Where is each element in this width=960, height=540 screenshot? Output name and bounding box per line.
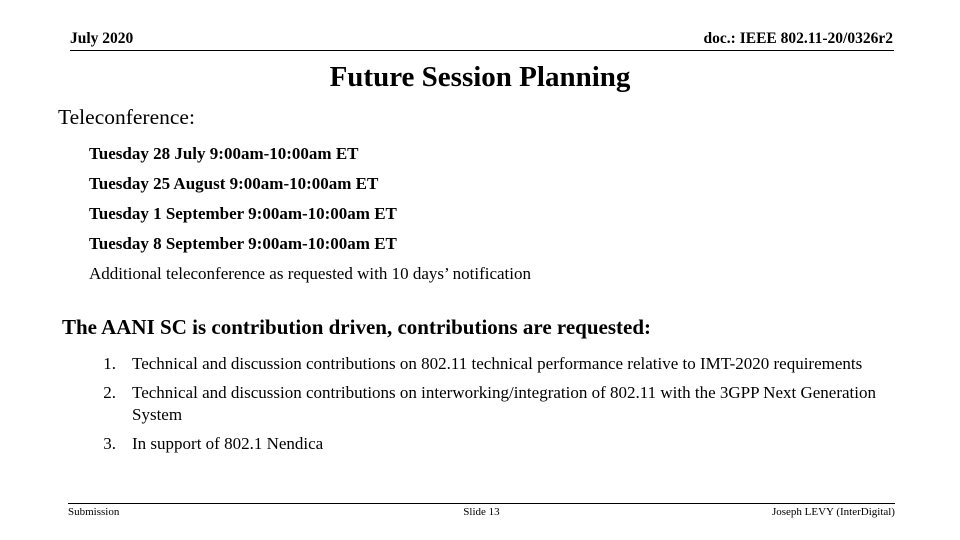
slide-body: Teleconference: Tuesday 28 July 9:00am-1… xyxy=(0,104,960,455)
footer-author: Joseph LEVY (InterDigital) xyxy=(771,506,895,518)
list-item-text: In support of 802.1 Nendica xyxy=(132,433,324,453)
list-item: Tuesday 8 September 9:00am-10:00am ET xyxy=(89,234,397,253)
list-item-text: Technical and discussion contributions o… xyxy=(132,382,876,425)
list-item: 1. Technical and discussion contribution… xyxy=(90,353,892,376)
list-item: Tuesday 1 September 9:00am-10:00am ET xyxy=(89,204,397,223)
teleconference-note: Additional teleconference as requested w… xyxy=(89,264,531,283)
teleconference-heading: Teleconference: xyxy=(58,105,195,129)
list-item-marker: 3. xyxy=(103,433,116,453)
slide-footer: Submission Slide 13 Joseph LEVY (InterDi… xyxy=(68,503,895,519)
list-item-marker: 2. xyxy=(103,382,116,402)
slide-header: July 2020 doc.: IEEE 802.11-20/0326r2 xyxy=(70,30,894,51)
list-item: Tuesday 25 August 9:00am-10:00am ET xyxy=(89,174,379,193)
header-doc-number: doc.: IEEE 802.11-20/0326r2 xyxy=(703,30,893,47)
list-item-text: Technical and discussion contributions o… xyxy=(132,354,863,373)
list-item-marker: 1. xyxy=(103,354,116,373)
list-item: Tuesday 28 July 9:00am-10:00am ET xyxy=(89,144,359,163)
list-item: 2. Technical and discussion contribution… xyxy=(90,382,892,427)
teleconference-list: Tuesday 28 July 9:00am-10:00am ET Tuesda… xyxy=(0,139,960,289)
contributions-heading: The AANI SC is contribution driven, cont… xyxy=(62,315,652,339)
header-date: July 2020 xyxy=(70,30,134,47)
footer-submission: Submission xyxy=(68,506,120,518)
list-item: 3. In support of 802.1 Nendica xyxy=(90,433,892,456)
slide: July 2020 doc.: IEEE 802.11-20/0326r2 Fu… xyxy=(0,0,960,540)
contributions-list: 1. Technical and discussion contribution… xyxy=(0,353,960,455)
footer-slide-number: Slide 13 xyxy=(463,506,500,518)
page-title: Future Session Planning xyxy=(329,61,631,93)
